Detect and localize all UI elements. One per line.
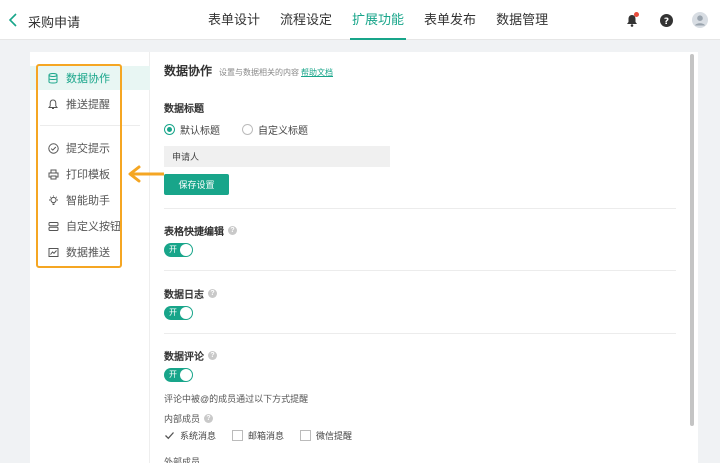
database-icon bbox=[46, 71, 60, 85]
quick-edit-toggle[interactable]: 开 bbox=[164, 243, 193, 257]
question-icon[interactable]: ? bbox=[228, 226, 237, 235]
section-divider bbox=[164, 208, 676, 209]
page-title: 数据协作 bbox=[164, 64, 213, 78]
content-scrollbar[interactable] bbox=[690, 54, 694, 426]
toggle-knob bbox=[180, 307, 192, 319]
section-divider bbox=[164, 270, 676, 271]
notification-dot bbox=[634, 12, 639, 17]
quick-edit-section-title: 表格快捷编辑 ? bbox=[164, 223, 237, 238]
notification-bell-icon[interactable] bbox=[622, 10, 642, 30]
section-label: 数据日志 bbox=[164, 290, 204, 301]
user-avatar-icon[interactable] bbox=[690, 10, 710, 30]
checkbox-label: 微信提醒 bbox=[316, 431, 353, 441]
content-area: 数据协作 设置与数据相关的内容 帮助文档 数据标题 默认标题 自定义标题 保存设… bbox=[150, 52, 698, 463]
data-title-section-title: 数据标题 bbox=[164, 100, 204, 115]
data-log-toggle[interactable]: 开 bbox=[164, 306, 193, 320]
sidebar-item-label: 自定义按钮 bbox=[66, 221, 121, 233]
chart-icon bbox=[46, 245, 60, 259]
checkbox-system-message[interactable] bbox=[164, 430, 175, 441]
help-icon[interactable]: ? bbox=[656, 10, 676, 30]
custom-button-icon bbox=[46, 219, 60, 233]
question-icon[interactable]: ? bbox=[208, 289, 217, 298]
bell-icon bbox=[46, 97, 60, 111]
check-circle-icon bbox=[46, 141, 60, 155]
sidebar-item-label: 推送提醒 bbox=[66, 99, 110, 111]
section-label: 数据标题 bbox=[164, 104, 204, 115]
lightbulb-icon bbox=[46, 193, 60, 207]
sidebar-item-smart-assistant[interactable]: 智能助手 bbox=[30, 188, 150, 212]
printer-icon bbox=[46, 167, 60, 181]
save-settings-button[interactable]: 保存设置 bbox=[164, 174, 229, 195]
back-arrow-icon[interactable] bbox=[6, 10, 20, 30]
sidebar-item-label: 提交提示 bbox=[66, 143, 110, 155]
radio-custom-title-label: 自定义标题 bbox=[258, 126, 308, 137]
sidebar-item-submit-tips[interactable]: 提交提示 bbox=[30, 136, 150, 160]
toggle-label: 开 bbox=[169, 245, 177, 254]
sidebar-item-push-reminder[interactable]: 推送提醒 bbox=[30, 92, 150, 116]
notify-method-checkboxes: 系统消息 邮箱消息 微信提醒 bbox=[164, 429, 368, 442]
radio-default-title-label: 默认标题 bbox=[180, 126, 220, 137]
section-label: 数据评论 bbox=[164, 352, 204, 363]
section-divider bbox=[164, 333, 676, 334]
checkbox-wechat-reminder[interactable] bbox=[300, 430, 312, 441]
main-panel: 数据协作 推送提醒 提交提示 打印模板 智能助手 自定义按钮 数据推送 数据协作… bbox=[30, 52, 698, 463]
checkbox-email-message[interactable] bbox=[232, 430, 244, 441]
external-members-label: 外部成员 bbox=[164, 457, 201, 463]
data-comment-section-title: 数据评论 ? bbox=[164, 348, 217, 363]
tab-extensions[interactable]: 扩展功能 bbox=[350, 0, 407, 40]
data-comment-toggle[interactable]: 开 bbox=[164, 368, 193, 382]
sidebar-item-custom-button[interactable]: 自定义按钮 bbox=[30, 214, 150, 238]
sidebar-item-label: 智能助手 bbox=[66, 195, 110, 207]
comment-notify-text: 评论中被@的成员通过以下方式提醒 bbox=[164, 394, 309, 404]
question-icon[interactable]: ? bbox=[204, 414, 214, 423]
toggle-knob bbox=[180, 369, 192, 381]
sidebar-item-data-collaboration[interactable]: 数据协作 bbox=[30, 66, 150, 90]
sidebar-item-label: 打印模板 bbox=[66, 169, 110, 181]
svg-text:?: ? bbox=[663, 17, 668, 27]
help-doc-link[interactable]: 帮助文档 bbox=[301, 67, 333, 78]
data-log-section-title: 数据日志 ? bbox=[164, 286, 217, 301]
toggle-label: 开 bbox=[169, 370, 177, 379]
tab-form-publish[interactable]: 表单发布 bbox=[424, 0, 476, 40]
tab-workflow[interactable]: 流程设定 bbox=[280, 0, 332, 40]
checkbox-label: 系统消息 bbox=[180, 431, 217, 441]
sidebar-item-label: 数据协作 bbox=[66, 73, 110, 85]
sub-label-text: 内部成员 bbox=[164, 414, 201, 424]
toggle-label: 开 bbox=[169, 308, 177, 317]
internal-members-label: 内部成员 ? bbox=[164, 412, 214, 425]
title-field-input[interactable] bbox=[164, 146, 390, 167]
sidebar-divider bbox=[40, 125, 140, 126]
radio-default-title[interactable] bbox=[164, 124, 175, 135]
content-header: 数据协作 设置与数据相关的内容 帮助文档 bbox=[164, 62, 333, 79]
tab-form-design[interactable]: 表单设计 bbox=[208, 0, 260, 40]
app-title: 采购申请 bbox=[28, 15, 81, 30]
title-radio-group: 默认标题 自定义标题 bbox=[164, 122, 330, 137]
main-tabs: 表单设计 流程设定 扩展功能 表单发布 数据管理 bbox=[208, 0, 568, 40]
tab-data-management[interactable]: 数据管理 bbox=[496, 0, 548, 40]
sidebar-item-label: 数据推送 bbox=[66, 247, 110, 259]
radio-custom-title[interactable] bbox=[242, 124, 253, 135]
top-icons: ? bbox=[608, 10, 710, 30]
top-bar: 采购申请 表单设计 流程设定 扩展功能 表单发布 数据管理 ? bbox=[0, 0, 720, 40]
question-icon[interactable]: ? bbox=[208, 351, 217, 360]
checkmark-icon bbox=[165, 432, 174, 440]
toggle-knob bbox=[180, 244, 192, 256]
checkbox-label: 邮箱消息 bbox=[248, 431, 285, 441]
sidebar-item-data-push[interactable]: 数据推送 bbox=[30, 240, 150, 264]
page-description: 设置与数据相关的内容 bbox=[219, 68, 300, 77]
sidebar: 数据协作 推送提醒 提交提示 打印模板 智能助手 自定义按钮 数据推送 bbox=[30, 52, 150, 463]
section-label: 表格快捷编辑 bbox=[164, 227, 224, 238]
